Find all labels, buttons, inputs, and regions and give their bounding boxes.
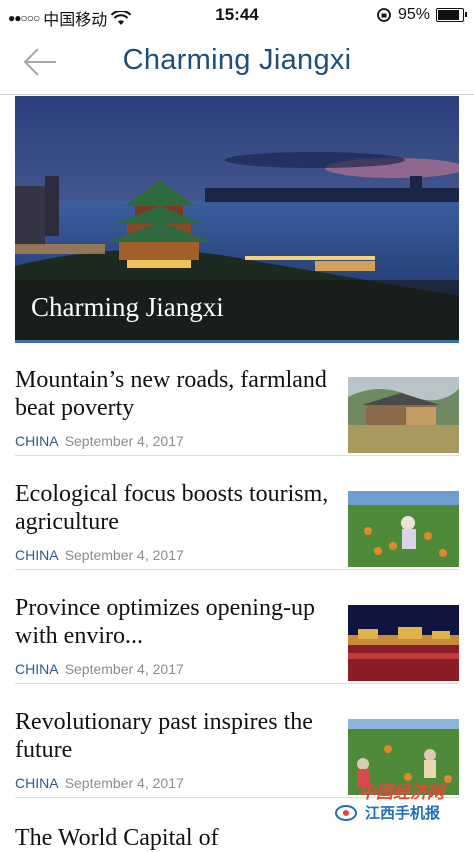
article-thumbnail	[348, 491, 459, 567]
article-meta: CHINA September 4, 2017	[15, 775, 184, 791]
article-headline: Province optimizes opening-up with envir…	[15, 595, 315, 649]
status-bar: ●●○○○ 中国移动 15:44 95%	[0, 0, 474, 32]
article-date: September 4, 2017	[64, 775, 184, 791]
article-meta: CHINA September 4, 2017	[15, 433, 184, 449]
hero-caption-text: Charming Jiangxi	[31, 292, 224, 322]
status-right: 95%	[376, 6, 467, 24]
article-item[interactable]: Ecological focus boosts tourism, agricul…	[0, 456, 474, 570]
article-headline: Revolutionary past inspires the future	[15, 709, 313, 763]
hero-banner[interactable]: Charming Jiangxi	[15, 96, 459, 343]
navigation-bar: Charming Jiangxi	[0, 32, 474, 95]
battery-icon	[436, 8, 467, 22]
article-category: CHINA	[15, 433, 58, 449]
phone-logo-icon	[335, 805, 357, 821]
hero-caption: Charming Jiangxi	[15, 280, 459, 340]
article-headline: Ecological focus boosts tourism, agricul…	[15, 481, 329, 535]
article-thumbnail	[348, 605, 459, 681]
article-category: CHINA	[15, 775, 58, 791]
article-meta: CHINA September 4, 2017	[15, 661, 184, 677]
article-headline: Mountain’s new roads, farmland beat pove…	[15, 367, 327, 421]
article-date: September 4, 2017	[64, 547, 184, 563]
watermark-line2: 江西手机报	[365, 805, 441, 822]
article-item[interactable]: Mountain’s new roads, farmland beat pove…	[0, 342, 474, 456]
article-meta: CHINA September 4, 2017	[15, 547, 184, 563]
article-item[interactable]: Province optimizes opening-up with envir…	[0, 570, 474, 684]
article-date: September 4, 2017	[64, 433, 184, 449]
battery-fill	[438, 10, 459, 20]
battery-percent: 95%	[397, 6, 430, 23]
page-title: Charming Jiangxi	[122, 44, 352, 76]
rotation-lock-icon	[377, 8, 391, 22]
article-category: CHINA	[15, 661, 58, 677]
article-thumbnail	[348, 377, 459, 453]
article-date: September 4, 2017	[64, 661, 184, 677]
article-headline-partial[interactable]: The World Capital of	[15, 824, 315, 852]
article-category: CHINA	[15, 547, 58, 563]
watermark-line1: 中国经济网	[359, 783, 444, 802]
watermark: 中国经济网 江西手机报	[335, 778, 465, 826]
